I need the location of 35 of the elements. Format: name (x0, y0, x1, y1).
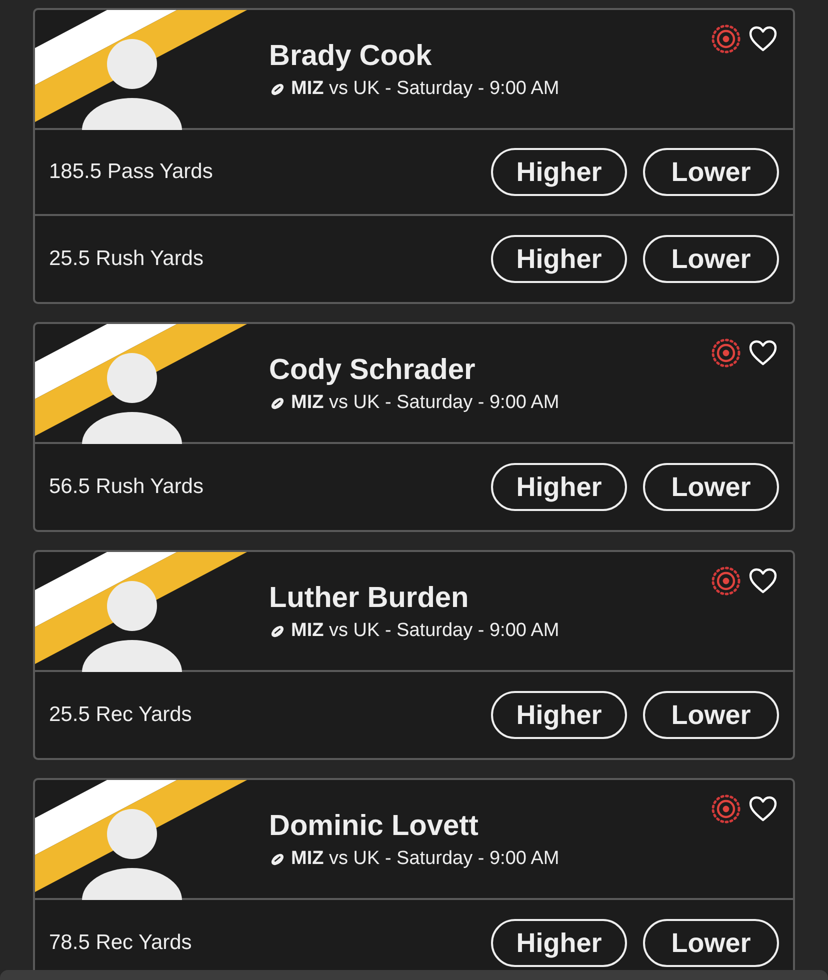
stat-line: 185.5 Pass Yards (49, 160, 213, 184)
stat-line: 25.5 Rec Yards (49, 703, 192, 727)
stat-line: 25.5 Rush Yards (49, 247, 204, 271)
heart-icon[interactable] (749, 340, 777, 366)
higher-button[interactable]: Higher (491, 919, 627, 967)
higher-button[interactable]: Higher (491, 691, 627, 739)
lower-button[interactable]: Lower (643, 691, 779, 739)
lower-button[interactable]: Lower (643, 148, 779, 196)
stat-line: 78.5 Rec Yards (49, 931, 192, 955)
game-info: MIZ vs UK - Saturday - 9:00 AM (291, 78, 560, 100)
game-info: MIZ vs UK - Saturday - 9:00 AM (291, 620, 560, 642)
football-icon (270, 82, 285, 96)
target-icon[interactable] (711, 24, 741, 54)
game-info: MIZ vs UK - Saturday - 9:00 AM (291, 392, 560, 414)
higher-button[interactable]: Higher (491, 463, 627, 511)
player-name: Cody Schrader (269, 353, 476, 388)
target-icon[interactable] (711, 566, 741, 596)
higher-button[interactable]: Higher (491, 235, 627, 283)
lower-button[interactable]: Lower (643, 919, 779, 967)
heart-icon[interactable] (749, 796, 777, 822)
target-icon[interactable] (711, 338, 741, 368)
football-icon (270, 396, 285, 410)
game-info: MIZ vs UK - Saturday - 9:00 AM (291, 848, 560, 870)
player-name: Brady Cook (269, 39, 433, 74)
heart-icon[interactable] (749, 568, 777, 594)
stat-line: 56.5 Rush Yards (49, 475, 204, 499)
lower-button[interactable]: Lower (643, 463, 779, 511)
football-icon (270, 624, 285, 638)
player-name: Luther Burden (269, 581, 470, 616)
higher-button[interactable]: Higher (491, 148, 627, 196)
heart-icon[interactable] (749, 26, 777, 52)
football-icon (270, 852, 285, 866)
player-name: Dominic Lovett (269, 809, 480, 844)
target-icon[interactable] (711, 794, 741, 824)
lower-button[interactable]: Lower (643, 235, 779, 283)
